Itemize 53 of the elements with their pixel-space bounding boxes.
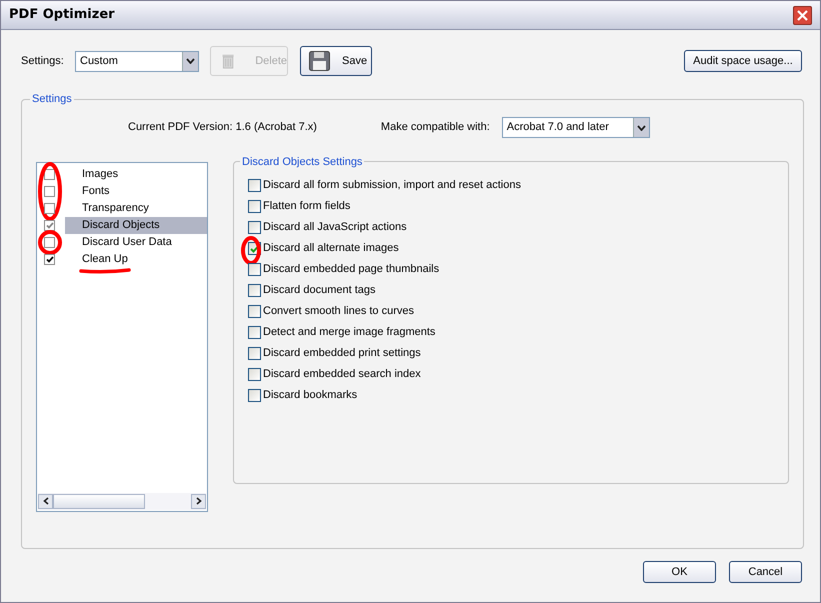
save-button[interactable]: Save [300, 46, 372, 76]
checkbox[interactable] [44, 220, 55, 230]
option-label: Discard all form submission, import and reset actions [263, 178, 521, 194]
audit-button[interactable]: Audit space usage... [684, 50, 802, 72]
settings-label: Settings: [21, 54, 65, 69]
checkbox[interactable] [248, 326, 261, 339]
scroll-right-button[interactable] [191, 494, 206, 508]
checkbox[interactable] [248, 305, 261, 318]
panel-item[interactable]: Clean Up [65, 250, 207, 268]
cancel-button[interactable]: Cancel [729, 561, 802, 583]
option-label: Flatten form fields [263, 199, 350, 214]
checkbox[interactable] [248, 263, 261, 276]
scroll-thumb[interactable] [53, 494, 145, 508]
checkbox[interactable] [44, 186, 55, 196]
checkbox[interactable] [248, 200, 261, 213]
checkmark-icon [250, 244, 259, 252]
option-label: Discard document tags [263, 283, 376, 298]
close-icon [797, 10, 808, 20]
option-label: Discard embedded page thumbnails [263, 262, 440, 278]
checkbox[interactable] [44, 202, 55, 214]
panel-item[interactable]: Discard Objects [65, 216, 207, 234]
option-label: Discard embedded print settings [263, 346, 421, 362]
checkbox[interactable] [44, 168, 55, 180]
panel-item[interactable]: Images [65, 166, 207, 182]
compatible-label: Make compatible with: [380, 120, 490, 136]
checkbox[interactable] [248, 368, 261, 381]
group-title: Settings [31, 92, 73, 107]
option-label: Discard bookmarks [263, 388, 358, 404]
checkbox[interactable] [248, 179, 261, 192]
option-label: Convert smooth lines to curves [263, 304, 414, 320]
panel-item[interactable]: Fonts [65, 182, 207, 200]
close-button[interactable] [793, 6, 812, 24]
checkbox[interactable] [248, 221, 261, 234]
version-text: Current PDF Version: 1.6 (Acrobat 7.x) [128, 120, 317, 136]
option-label: Discard embedded search index [263, 367, 421, 382]
checkmark-icon [46, 256, 54, 262]
window-title: PDF Optimizer [9, 6, 115, 24]
checkbox[interactable] [248, 347, 261, 360]
group-title: Discard Objects Settings [241, 154, 364, 170]
compatibility-dropdown[interactable]: Acrobat 7.0 and later [502, 117, 650, 138]
checkbox[interactable] [44, 236, 55, 248]
option-label: Discard all alternate images [263, 241, 399, 256]
panel-item[interactable]: Discard User Data [65, 234, 207, 250]
panel-item[interactable]: Transparency [65, 200, 207, 216]
settings-dropdown[interactable]: Custom [75, 50, 199, 72]
checkbox[interactable] [248, 389, 261, 402]
option-label: Detect and merge image fragments [263, 325, 436, 340]
scroll-left-button[interactable] [38, 494, 53, 508]
checkmark-icon [46, 222, 54, 228]
checkbox[interactable] [248, 284, 261, 297]
ok-button[interactable]: OK [643, 561, 716, 583]
checkbox[interactable] [44, 254, 55, 264]
option-label: Discard all JavaScript actions [263, 220, 407, 236]
